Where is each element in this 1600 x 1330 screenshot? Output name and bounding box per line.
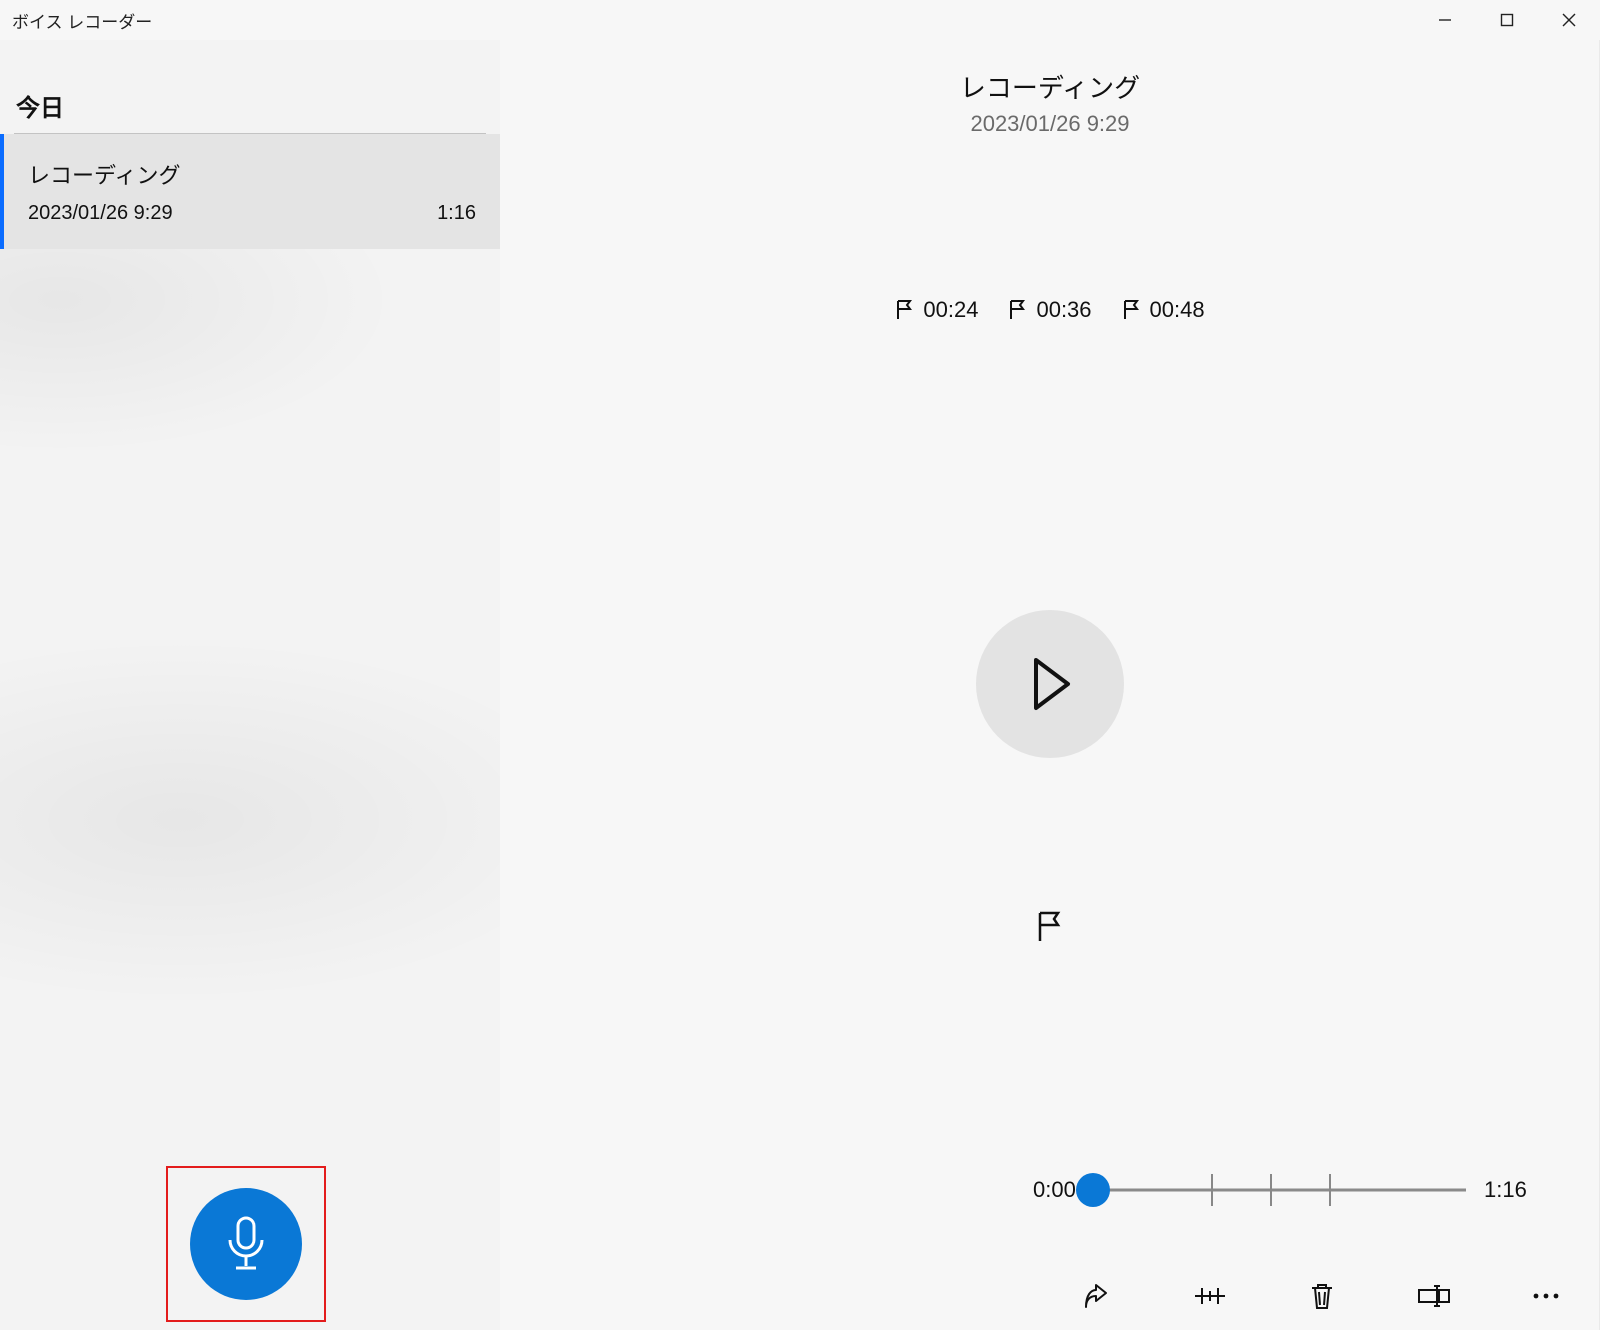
- app-title: ボイス レコーダー: [0, 8, 152, 33]
- marker-item[interactable]: 00:48: [1122, 297, 1205, 323]
- recording-list-item[interactable]: レコーディング 2023/01/26 9:29 1:16: [0, 134, 500, 249]
- timeline: 0:00 1:16: [1033, 1170, 1536, 1210]
- share-icon: [1082, 1281, 1114, 1311]
- maximize-button[interactable]: [1476, 0, 1538, 40]
- trim-button[interactable]: [1186, 1272, 1234, 1320]
- detail-title: レコーディング: [500, 68, 1600, 105]
- marker-time: 00:24: [923, 297, 978, 323]
- main-panel: レコーディング 2023/01/26 9:29 00:24 00:36 00:4…: [500, 40, 1600, 1330]
- window-controls: [1414, 0, 1600, 40]
- record-button[interactable]: [190, 1188, 302, 1300]
- action-bar: [1074, 1272, 1570, 1320]
- rename-button[interactable]: [1410, 1272, 1458, 1320]
- timeline-tick: [1270, 1174, 1272, 1206]
- add-marker-button[interactable]: [1035, 910, 1065, 949]
- detail-header: レコーディング 2023/01/26 9:29: [500, 68, 1600, 137]
- delete-button[interactable]: [1298, 1272, 1346, 1320]
- more-icon: [1531, 1290, 1561, 1302]
- close-icon: [1561, 12, 1577, 28]
- flag-icon: [1122, 299, 1142, 321]
- flag-icon: [1035, 910, 1065, 944]
- marker-item[interactable]: 00:24: [895, 297, 978, 323]
- share-button[interactable]: [1074, 1272, 1122, 1320]
- timeline-tick: [1329, 1174, 1331, 1206]
- trim-icon: [1193, 1284, 1227, 1308]
- timeline-tick: [1211, 1174, 1213, 1206]
- rename-icon: [1417, 1284, 1451, 1308]
- recording-name: レコーディング: [28, 158, 476, 190]
- timeline-bar: [1093, 1189, 1466, 1192]
- marker-time: 00:36: [1036, 297, 1091, 323]
- detail-date: 2023/01/26 9:29: [500, 111, 1600, 137]
- marker-list: 00:24 00:36 00:48: [500, 297, 1600, 323]
- minimize-icon: [1438, 13, 1452, 27]
- maximize-icon: [1500, 13, 1514, 27]
- microphone-icon: [224, 1216, 268, 1272]
- record-button-highlight: [166, 1166, 326, 1322]
- timeline-thumb[interactable]: [1076, 1173, 1110, 1207]
- minimize-button[interactable]: [1414, 0, 1476, 40]
- marker-time: 00:48: [1150, 297, 1205, 323]
- trash-icon: [1309, 1281, 1335, 1311]
- recording-duration: 1:16: [437, 202, 476, 225]
- more-button[interactable]: [1522, 1272, 1570, 1320]
- flag-icon: [1008, 299, 1028, 321]
- timeline-track[interactable]: [1093, 1170, 1466, 1210]
- flag-icon: [895, 299, 915, 321]
- recording-date: 2023/01/26 9:29: [28, 202, 173, 225]
- play-button[interactable]: [976, 610, 1124, 758]
- play-icon: [1026, 656, 1074, 712]
- sidebar-section-header: 今日: [0, 40, 500, 133]
- titlebar: ボイス レコーダー: [0, 0, 1600, 40]
- marker-item[interactable]: 00:36: [1008, 297, 1091, 323]
- sidebar: 今日 レコーディング 2023/01/26 9:29 1:16: [0, 40, 500, 1330]
- timeline-end-label: 1:16: [1466, 1177, 1536, 1203]
- close-button[interactable]: [1538, 0, 1600, 40]
